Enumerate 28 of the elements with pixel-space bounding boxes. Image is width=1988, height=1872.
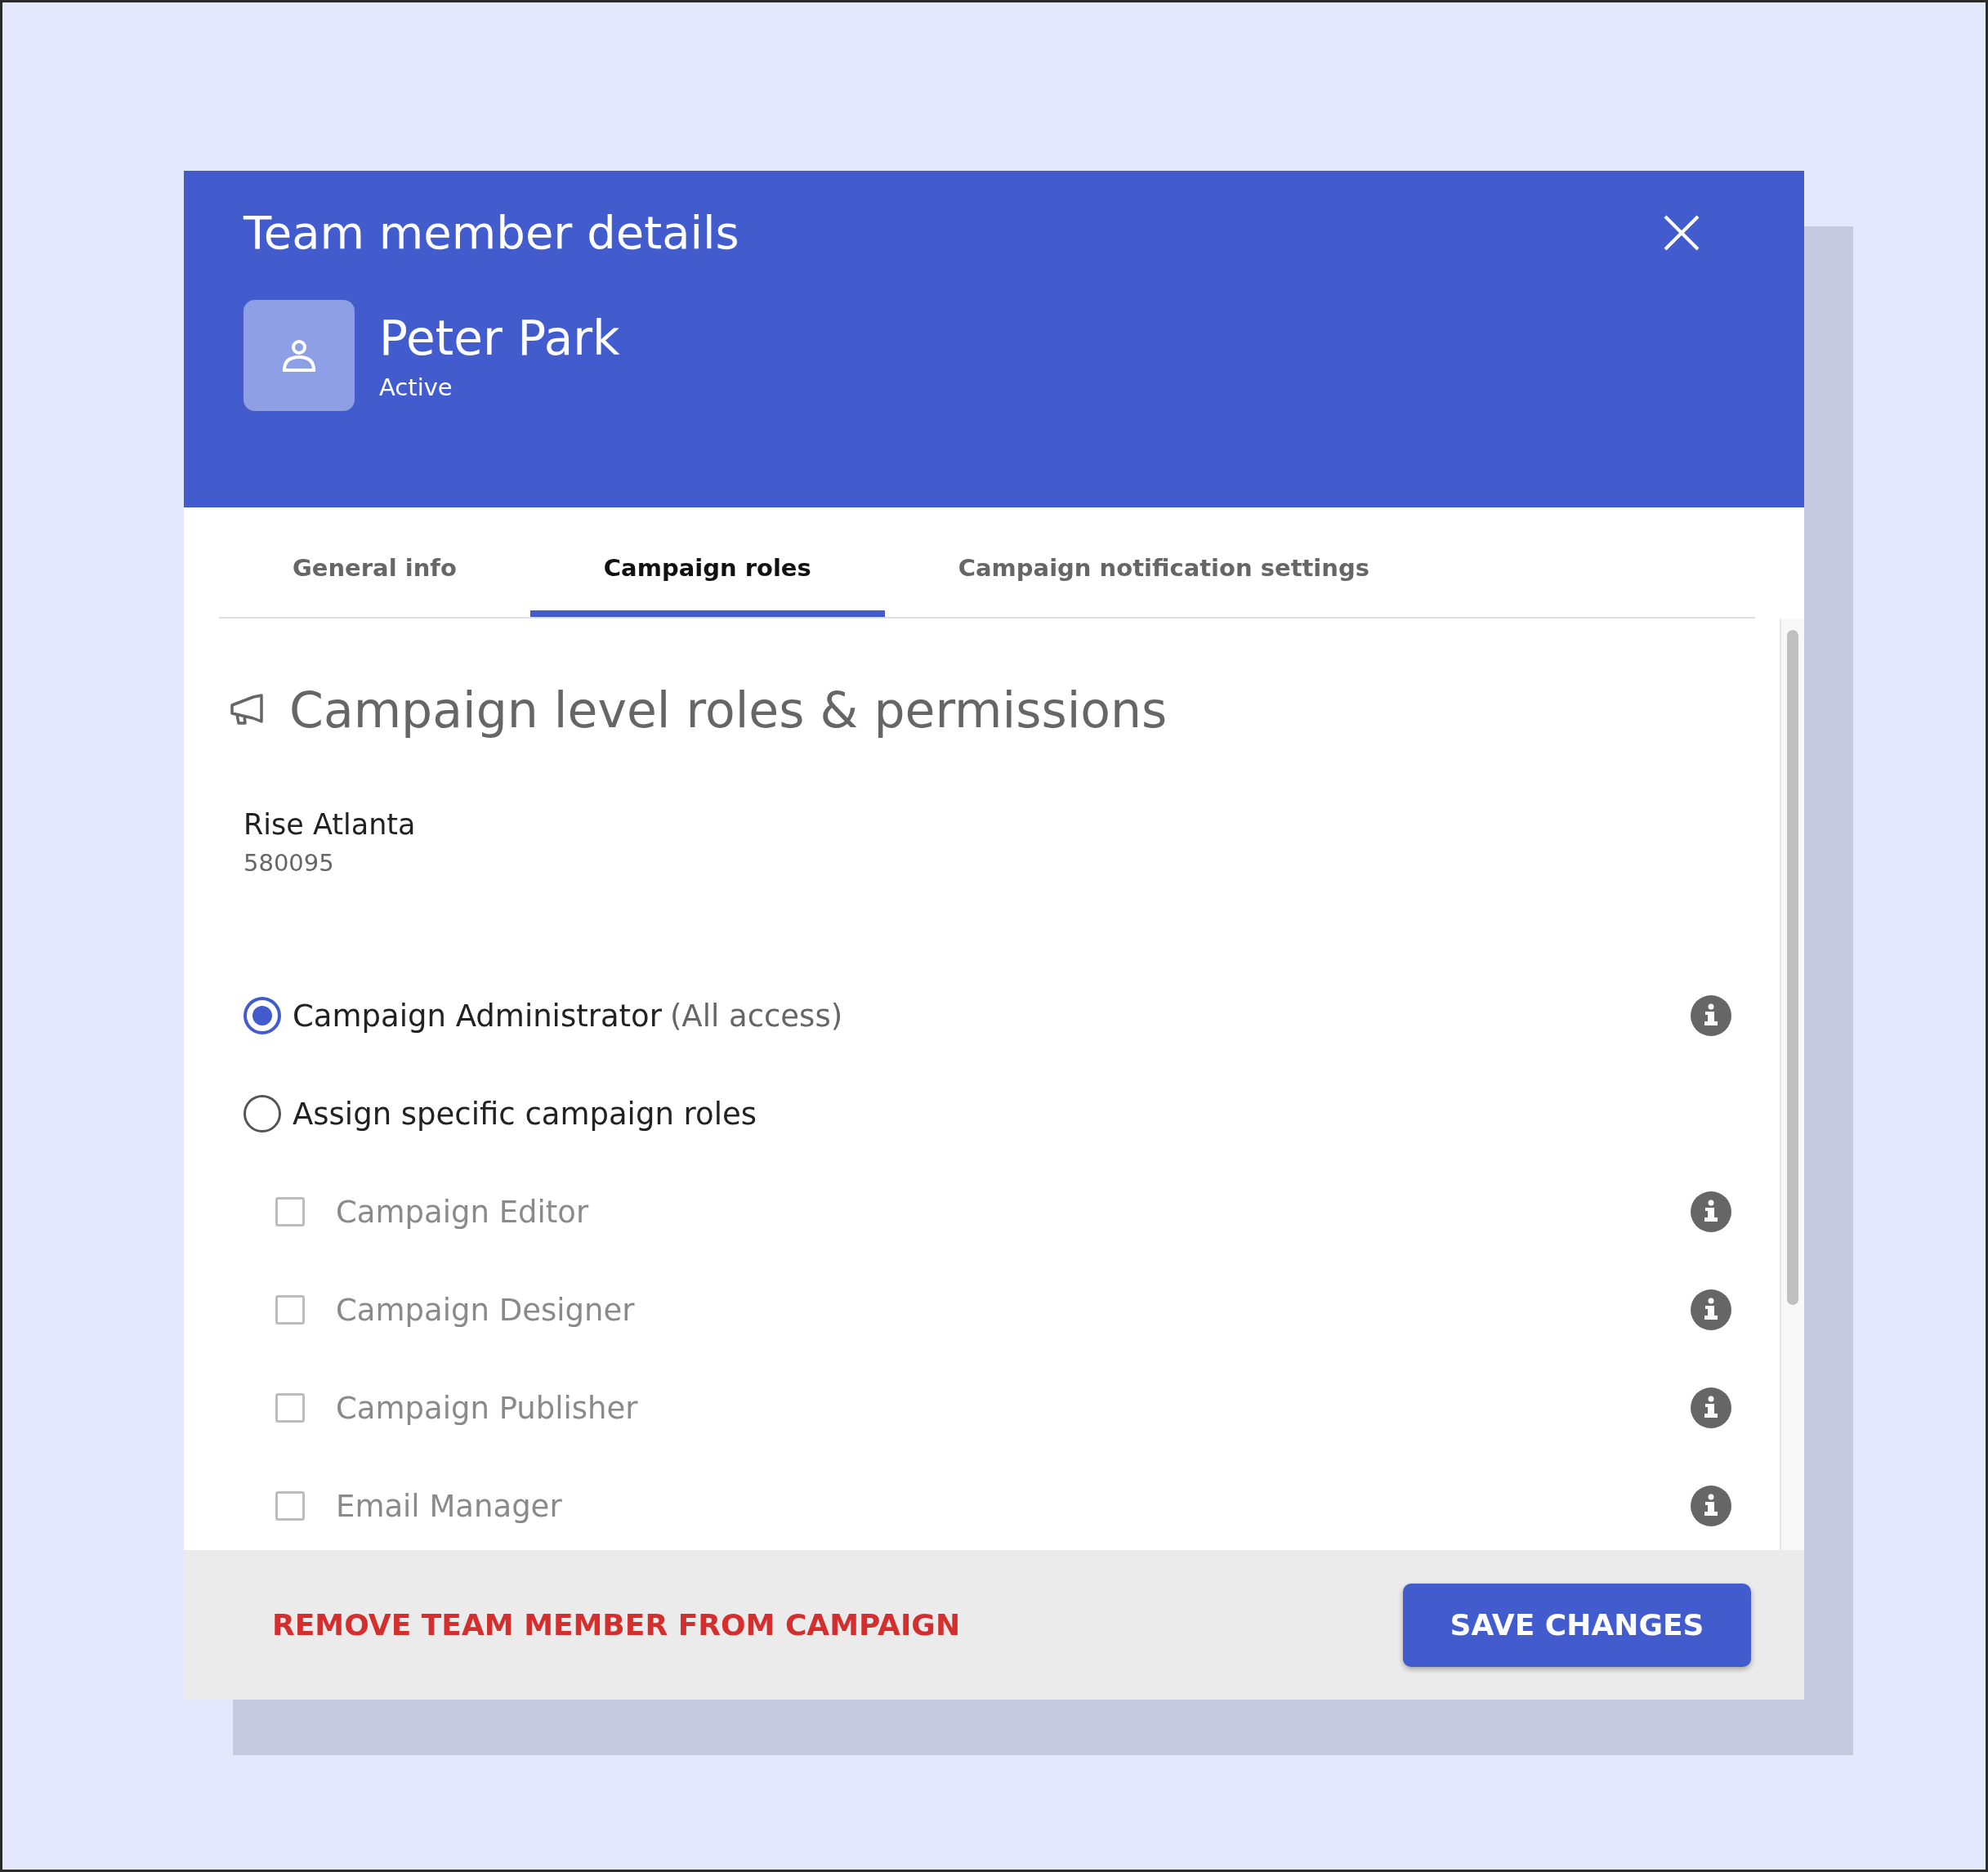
megaphone-icon <box>229 694 265 726</box>
radio-button[interactable] <box>243 1095 281 1133</box>
tab[interactable]: Campaign notification settings <box>884 507 1443 617</box>
tab[interactable]: Campaign roles <box>529 507 885 617</box>
member-name: Peter Park <box>379 310 620 367</box>
checkbox-label: Campaign Publisher <box>336 1390 639 1426</box>
radio-label: Assign specific campaign roles <box>293 1096 757 1132</box>
section-heading: Campaign level roles & permissions <box>289 681 1168 739</box>
info-icon[interactable] <box>1691 1191 1731 1232</box>
campaign-name: Rise Atlanta <box>243 808 417 841</box>
save-button[interactable]: SAVE CHANGES <box>1403 1583 1751 1667</box>
radio-note: (All access) <box>669 998 844 1034</box>
member-status: Active <box>379 373 453 401</box>
radio-label: Campaign Administrator <box>293 998 662 1034</box>
info-icon[interactable] <box>1691 995 1731 1036</box>
scrollbar[interactable] <box>1780 619 1804 1550</box>
tab[interactable]: General info <box>219 507 530 617</box>
person-icon <box>281 337 317 373</box>
remove-link[interactable]: REMOVE TEAM MEMBER FROM CAMPAIGN <box>272 1608 961 1642</box>
dialog-title: Team member details <box>243 205 739 261</box>
checkbox-label: Email Manager <box>336 1488 563 1524</box>
info-icon[interactable] <box>1691 1289 1731 1330</box>
radio-button[interactable] <box>243 997 281 1034</box>
campaign-number: 580095 <box>243 849 335 877</box>
info-icon[interactable] <box>1691 1486 1731 1526</box>
info-icon[interactable] <box>1691 1387 1731 1428</box>
checkbox-label: Campaign Editor <box>336 1194 590 1230</box>
checkbox-label: Campaign Designer <box>336 1292 636 1328</box>
